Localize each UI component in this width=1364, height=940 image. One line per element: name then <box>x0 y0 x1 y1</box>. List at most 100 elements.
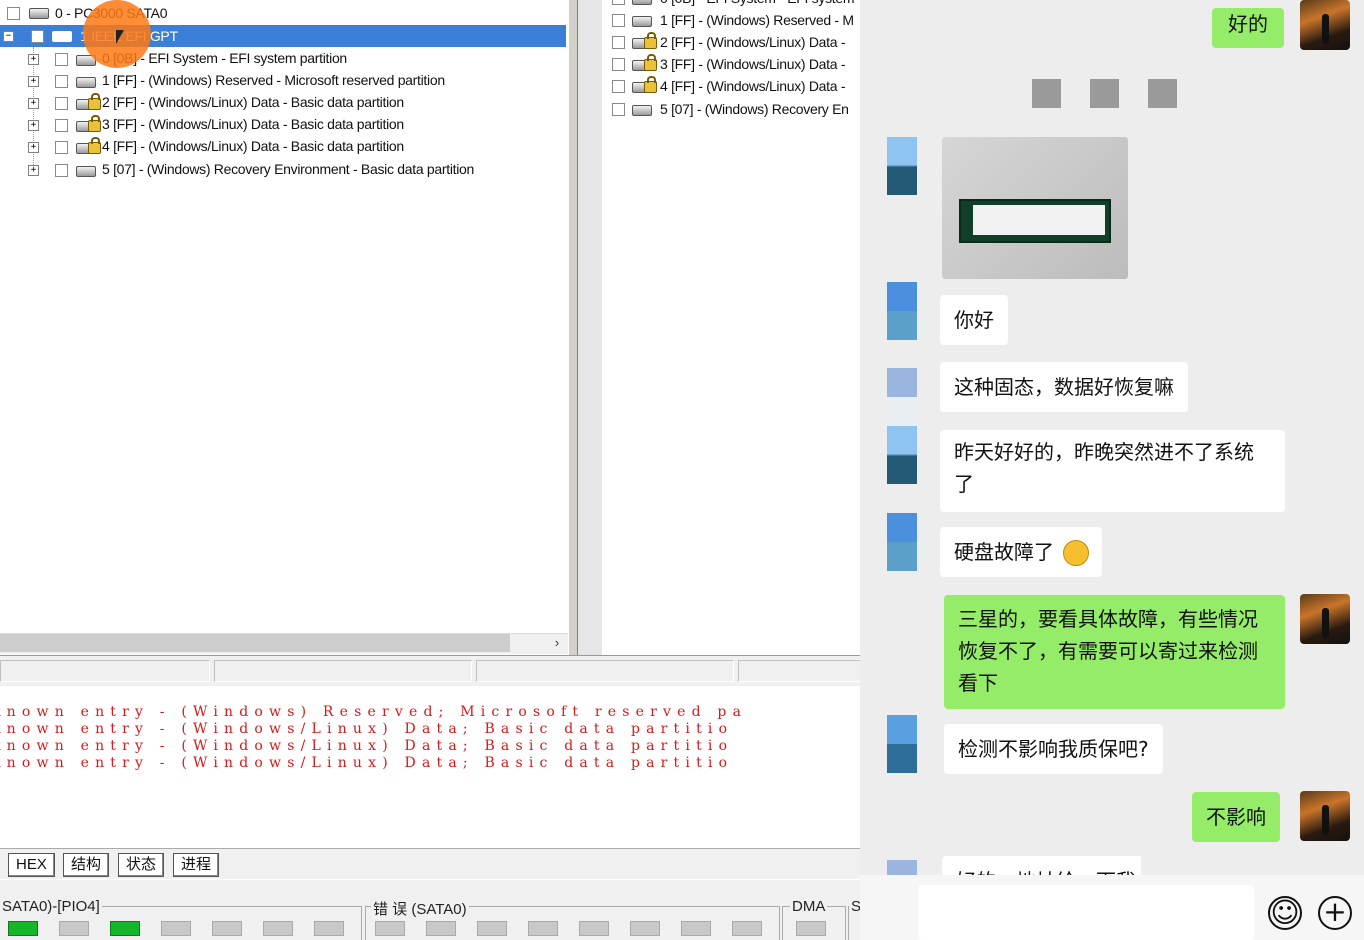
status-pane <box>738 660 860 682</box>
item-checkbox[interactable] <box>55 53 68 66</box>
item-checkbox[interactable] <box>612 0 625 5</box>
led-indicator <box>732 921 762 936</box>
gpt-icon <box>52 31 72 42</box>
right-tree-item-0[interactable]: 0 [0B] - EFI System - EFI system <box>660 0 855 9</box>
message-bubble-me[interactable]: 好的 <box>1212 8 1284 48</box>
lock-icon <box>88 115 101 132</box>
expand-icon[interactable]: + <box>28 142 39 153</box>
partition-tree-right[interactable]: 0 [0B] - EFI System - EFI system 1 [FF] … <box>602 0 860 655</box>
led-indicator <box>8 921 38 936</box>
led-indicator <box>263 921 293 936</box>
tree-item-2[interactable]: 2 [FF] - (Windows/Linux) Data - Basic da… <box>102 91 404 113</box>
led-indicator <box>579 921 609 936</box>
led-indicator <box>426 921 456 936</box>
item-checkbox[interactable] <box>55 164 68 177</box>
item-checkbox[interactable] <box>55 75 68 88</box>
gpt-checkbox[interactable] <box>31 30 44 43</box>
avatar[interactable] <box>887 368 917 426</box>
log-line: known entry - (Windows/Linux) Data; Basi… <box>0 755 734 771</box>
message-input[interactable] <box>918 885 1254 940</box>
group-label-s: S <box>849 898 860 915</box>
partition-icon <box>76 77 96 88</box>
expand-icon[interactable]: + <box>28 54 39 65</box>
led-indicator <box>477 921 507 936</box>
led-indicator <box>630 921 660 936</box>
plus-icon[interactable]: + <box>1318 896 1352 930</box>
partition-icon <box>76 166 96 177</box>
lock-icon <box>88 93 101 110</box>
smiley-icon[interactable]: ☺ <box>1268 896 1302 930</box>
item-checkbox[interactable] <box>612 103 625 116</box>
expand-icon[interactable]: + <box>28 120 39 131</box>
log-line: known entry - (Windows) Reserved; Micros… <box>0 704 748 720</box>
emoji-sweat-icon <box>1063 540 1089 566</box>
item-checkbox[interactable] <box>55 119 68 132</box>
avatar[interactable] <box>887 426 917 484</box>
scrollbar-thumb[interactable] <box>0 634 510 652</box>
avatar[interactable] <box>887 137 917 195</box>
mouse-pointer-icon <box>116 30 124 44</box>
partition-icon <box>632 105 652 116</box>
partition-tree-left[interactable]: 0 - PC3000 SATA0 − 1 IEEE EFI GPT + 0 [0… <box>0 0 568 655</box>
right-tree-item-1[interactable]: 1 [FF] - (Windows) Reserved - M <box>660 9 854 31</box>
lock-icon <box>644 76 657 93</box>
group-label-error: 错 误 (SATA0) <box>371 898 469 919</box>
status-pane <box>214 660 472 682</box>
ssd-photo[interactable] <box>942 137 1128 279</box>
tab-process[interactable]: 进程 <box>173 853 220 877</box>
message-bubble-other[interactable]: 这种固态，数据好恢复嘛 <box>940 362 1188 412</box>
avatar[interactable] <box>1300 0 1350 50</box>
item-checkbox[interactable] <box>55 97 68 110</box>
avatar[interactable] <box>1300 594 1350 644</box>
expand-icon[interactable]: + <box>28 98 39 109</box>
tree-item-4[interactable]: 4 [FF] - (Windows/Linux) Data - Basic da… <box>102 135 404 157</box>
lock-icon <box>644 32 657 49</box>
tab-hex[interactable]: HEX <box>8 853 55 877</box>
avatar[interactable] <box>1300 791 1350 841</box>
indicator-panel: SATA0)-[PIO4] 错 误 (SATA0) DMA S <box>0 880 860 940</box>
item-checkbox[interactable] <box>612 36 625 49</box>
collapse-icon[interactable]: − <box>3 31 14 42</box>
log-output: known entry - (Windows) Reserved; Micros… <box>0 686 860 826</box>
message-bubble-me[interactable]: 三星的，要看具体故障，有些情况恢复不了，有需要可以寄过来检测看下 <box>944 595 1285 709</box>
expand-icon[interactable]: + <box>28 76 39 87</box>
tab-status[interactable]: 状态 <box>118 853 165 877</box>
root-checkbox[interactable] <box>7 7 20 20</box>
tree-item-3[interactable]: 3 [FF] - (Windows/Linux) Data - Basic da… <box>102 113 404 135</box>
pc3000-app-window: 0 - PC3000 SATA0 − 1 IEEE EFI GPT + 0 [0… <box>0 0 860 940</box>
message-bubble-me[interactable]: 不影响 <box>1192 792 1280 842</box>
view-tabs: HEX 结构 状态 进程 <box>0 848 860 879</box>
right-tree-item-3[interactable]: 3 [FF] - (Windows/Linux) Data - <box>660 53 846 75</box>
drive-icon <box>29 8 49 19</box>
led-indicator <box>314 921 344 936</box>
lock-icon <box>88 137 101 154</box>
avatar[interactable] <box>887 513 917 571</box>
item-checkbox[interactable] <box>612 14 625 27</box>
right-tree-item-4[interactable]: 4 [FF] - (Windows/Linux) Data - <box>660 75 846 97</box>
tree-item-5[interactable]: 5 [07] - (Windows) Recovery Environment … <box>102 158 474 180</box>
tree-item-1[interactable]: 1 [FF] - (Windows) Reserved - Microsoft … <box>102 69 445 91</box>
message-bubble-other[interactable]: 昨天好好的，昨晚突然进不了系统了 <box>940 430 1285 512</box>
item-checkbox[interactable] <box>612 80 625 93</box>
led-indicator <box>796 921 826 936</box>
status-pane <box>0 660 210 682</box>
message-bubble-other[interactable]: 你好 <box>940 295 1008 345</box>
log-line: known entry - (Windows/Linux) Data; Basi… <box>0 738 734 754</box>
expand-icon[interactable]: + <box>28 165 39 176</box>
right-tree-item-2[interactable]: 2 [FF] - (Windows/Linux) Data - <box>660 31 846 53</box>
item-checkbox[interactable] <box>55 141 68 154</box>
led-indicator <box>212 921 242 936</box>
item-checkbox[interactable] <box>612 58 625 71</box>
group-label-dma: DMA <box>790 898 828 915</box>
scroll-right-icon[interactable]: › <box>548 634 566 652</box>
right-panel-gutter <box>578 0 602 655</box>
right-tree-item-5[interactable]: 5 [07] - (Windows) Recovery En <box>660 98 849 120</box>
tab-structure[interactable]: 结构 <box>63 853 110 877</box>
message-bubble-other[interactable]: 检测不影响我质保吧? <box>944 724 1163 774</box>
group-label-sata: SATA0)-[PIO4] <box>0 898 102 915</box>
avatar[interactable] <box>887 282 917 340</box>
avatar[interactable] <box>887 715 917 773</box>
led-indicator <box>528 921 558 936</box>
panel-splitter[interactable] <box>568 0 578 655</box>
led-indicator <box>681 921 711 936</box>
